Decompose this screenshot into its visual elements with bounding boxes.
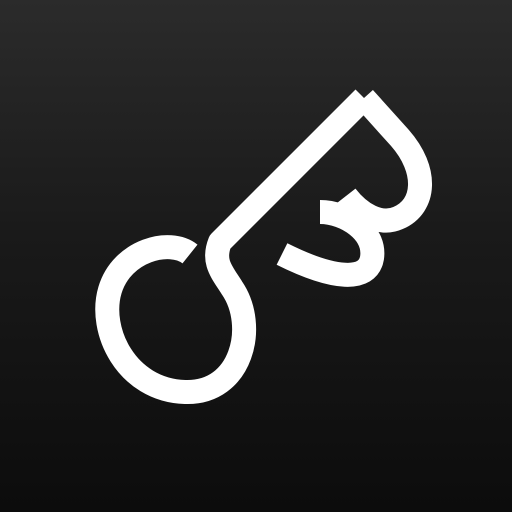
app-icon: [0, 0, 512, 512]
key-bit-lower-lobe: [276, 200, 385, 287]
key-ring-and-shaft: [95, 89, 373, 404]
key-icon: [95, 89, 432, 404]
